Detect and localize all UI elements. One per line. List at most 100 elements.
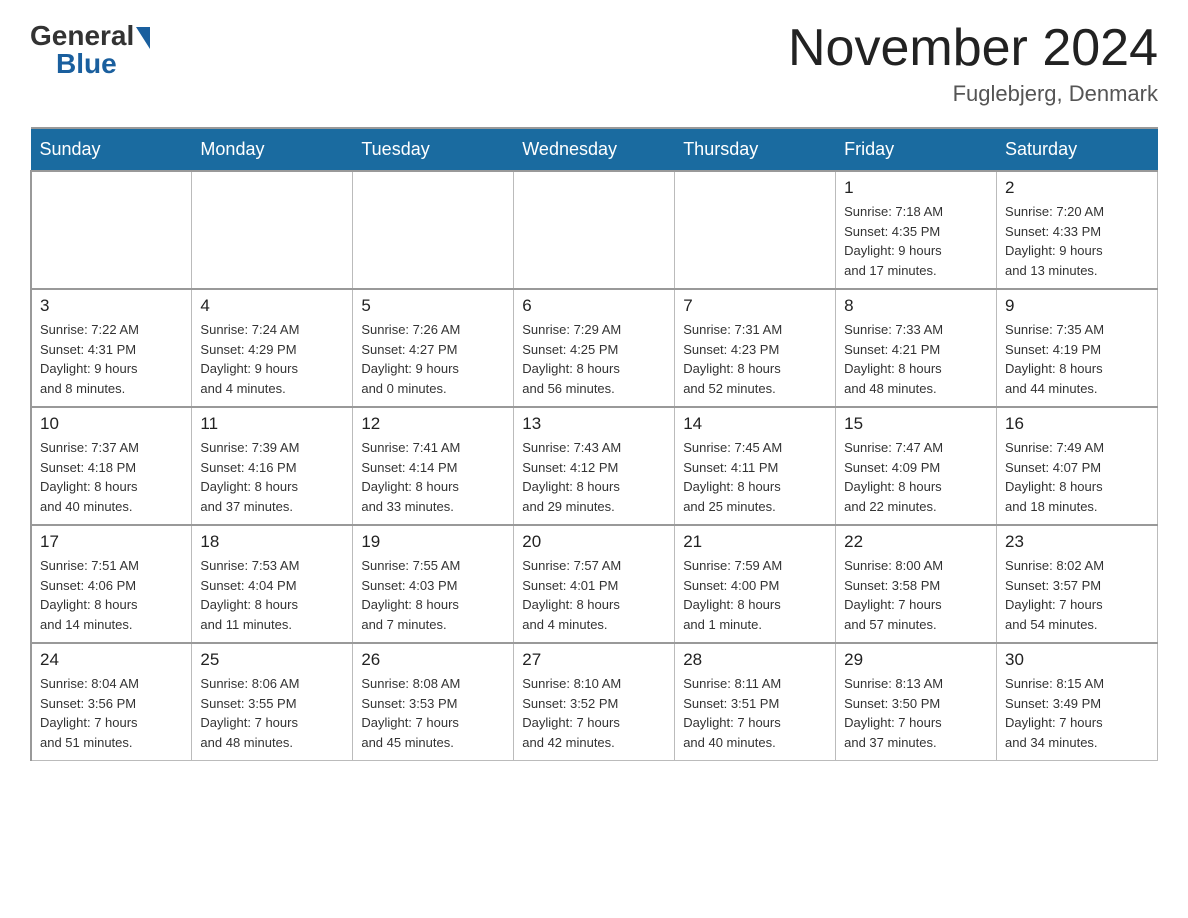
day-info: Sunrise: 7:57 AMSunset: 4:01 PMDaylight:… [522, 556, 666, 634]
table-row: 25 Sunrise: 8:06 AMSunset: 3:55 PMDayligh… [192, 643, 353, 761]
day-number: 26 [361, 650, 505, 670]
day-info: Sunrise: 7:47 AMSunset: 4:09 PMDaylight:… [844, 438, 988, 516]
day-info: Sunrise: 8:13 AMSunset: 3:50 PMDaylight:… [844, 674, 988, 752]
table-row: 29 Sunrise: 8:13 AMSunset: 3:50 PMDayligh… [836, 643, 997, 761]
day-number: 6 [522, 296, 666, 316]
day-info: Sunrise: 7:41 AMSunset: 4:14 PMDaylight:… [361, 438, 505, 516]
table-row: 3 Sunrise: 7:22 AMSunset: 4:31 PMDaylight… [31, 289, 192, 407]
table-row: 2 Sunrise: 7:20 AMSunset: 4:33 PMDaylight… [997, 171, 1158, 289]
day-info: Sunrise: 7:45 AMSunset: 4:11 PMDaylight:… [683, 438, 827, 516]
header-sunday: Sunday [31, 128, 192, 171]
table-row: 8 Sunrise: 7:33 AMSunset: 4:21 PMDaylight… [836, 289, 997, 407]
day-number: 16 [1005, 414, 1149, 434]
day-number: 4 [200, 296, 344, 316]
day-number: 1 [844, 178, 988, 198]
day-info: Sunrise: 7:37 AMSunset: 4:18 PMDaylight:… [40, 438, 183, 516]
day-number: 23 [1005, 532, 1149, 552]
day-info: Sunrise: 7:49 AMSunset: 4:07 PMDaylight:… [1005, 438, 1149, 516]
day-number: 18 [200, 532, 344, 552]
table-row: 9Sunrise: 7:35 AMSunset: 4:19 PMDaylight… [997, 289, 1158, 407]
table-row: 1 Sunrise: 7:18 AMSunset: 4:35 PMDaylight… [836, 171, 997, 289]
day-number: 8 [844, 296, 988, 316]
table-row: 24Sunrise: 8:04 AMSunset: 3:56 PMDayligh… [31, 643, 192, 761]
day-info: Sunrise: 8:11 AMSunset: 3:51 PMDaylight:… [683, 674, 827, 752]
table-row: 5Sunrise: 7:26 AMSunset: 4:27 PMDaylight… [353, 289, 514, 407]
calendar-week-row: 17 Sunrise: 7:51 AMSunset: 4:06 PMDayligh… [31, 525, 1158, 643]
table-row: 15 Sunrise: 7:47 AMSunset: 4:09 PMDayligh… [836, 407, 997, 525]
table-row [31, 171, 192, 289]
day-number: 24 [40, 650, 183, 670]
day-info: Sunrise: 7:29 AMSunset: 4:25 PMDaylight:… [522, 320, 666, 398]
table-row: 26Sunrise: 8:08 AMSunset: 3:53 PMDayligh… [353, 643, 514, 761]
table-row: 19Sunrise: 7:55 AMSunset: 4:03 PMDayligh… [353, 525, 514, 643]
header-monday: Monday [192, 128, 353, 171]
day-info: Sunrise: 8:00 AMSunset: 3:58 PMDaylight:… [844, 556, 988, 634]
day-number: 21 [683, 532, 827, 552]
day-number: 7 [683, 296, 827, 316]
day-info: Sunrise: 7:26 AMSunset: 4:27 PMDaylight:… [361, 320, 505, 398]
day-number: 12 [361, 414, 505, 434]
table-row: 28 Sunrise: 8:11 AMSunset: 3:51 PMDayligh… [675, 643, 836, 761]
calendar-week-row: 10Sunrise: 7:37 AMSunset: 4:18 PMDayligh… [31, 407, 1158, 525]
logo-blue-text: Blue [56, 48, 117, 80]
title-area: November 2024 Fuglebjerg, Denmark [788, 20, 1158, 107]
day-info: Sunrise: 8:10 AMSunset: 3:52 PMDaylight:… [522, 674, 666, 752]
logo: General Blue [30, 20, 150, 80]
header-thursday: Thursday [675, 128, 836, 171]
day-info: Sunrise: 7:24 AMSunset: 4:29 PMDaylight:… [200, 320, 344, 398]
day-info: Sunrise: 7:35 AMSunset: 4:19 PMDaylight:… [1005, 320, 1149, 398]
table-row: 14 Sunrise: 7:45 AMSunset: 4:11 PMDayligh… [675, 407, 836, 525]
header-friday: Friday [836, 128, 997, 171]
table-row: 13Sunrise: 7:43 AMSunset: 4:12 PMDayligh… [514, 407, 675, 525]
day-info: Sunrise: 7:18 AMSunset: 4:35 PMDaylight:… [844, 202, 988, 280]
calendar-week-row: 24Sunrise: 8:04 AMSunset: 3:56 PMDayligh… [31, 643, 1158, 761]
day-number: 14 [683, 414, 827, 434]
table-row: 4 Sunrise: 7:24 AMSunset: 4:29 PMDaylight… [192, 289, 353, 407]
day-info: Sunrise: 7:59 AMSunset: 4:00 PMDaylight:… [683, 556, 827, 634]
table-row: 16 Sunrise: 7:49 AMSunset: 4:07 PMDayligh… [997, 407, 1158, 525]
table-row: 20 Sunrise: 7:57 AMSunset: 4:01 PMDayligh… [514, 525, 675, 643]
day-number: 17 [40, 532, 183, 552]
day-number: 11 [200, 414, 344, 434]
page-header: General Blue November 2024 Fuglebjerg, D… [30, 20, 1158, 107]
table-row [514, 171, 675, 289]
table-row: 7 Sunrise: 7:31 AMSunset: 4:23 PMDaylight… [675, 289, 836, 407]
header-wednesday: Wednesday [514, 128, 675, 171]
day-number: 29 [844, 650, 988, 670]
table-row [675, 171, 836, 289]
day-info: Sunrise: 7:33 AMSunset: 4:21 PMDaylight:… [844, 320, 988, 398]
location: Fuglebjerg, Denmark [788, 81, 1158, 107]
table-row [353, 171, 514, 289]
calendar-table: Sunday Monday Tuesday Wednesday Thursday… [30, 127, 1158, 761]
day-info: Sunrise: 7:22 AMSunset: 4:31 PMDaylight:… [40, 320, 183, 398]
table-row: 10Sunrise: 7:37 AMSunset: 4:18 PMDayligh… [31, 407, 192, 525]
table-row: 6 Sunrise: 7:29 AMSunset: 4:25 PMDaylight… [514, 289, 675, 407]
day-number: 15 [844, 414, 988, 434]
calendar-week-row: 1 Sunrise: 7:18 AMSunset: 4:35 PMDaylight… [31, 171, 1158, 289]
day-info: Sunrise: 7:53 AMSunset: 4:04 PMDaylight:… [200, 556, 344, 634]
table-row: 12 Sunrise: 7:41 AMSunset: 4:14 PMDayligh… [353, 407, 514, 525]
day-number: 25 [200, 650, 344, 670]
day-number: 22 [844, 532, 988, 552]
day-info: Sunrise: 8:15 AMSunset: 3:49 PMDaylight:… [1005, 674, 1149, 752]
table-row [192, 171, 353, 289]
header-saturday: Saturday [997, 128, 1158, 171]
day-info: Sunrise: 7:39 AMSunset: 4:16 PMDaylight:… [200, 438, 344, 516]
day-number: 20 [522, 532, 666, 552]
day-number: 3 [40, 296, 183, 316]
table-row: 30Sunrise: 8:15 AMSunset: 3:49 PMDayligh… [997, 643, 1158, 761]
day-info: Sunrise: 7:31 AMSunset: 4:23 PMDaylight:… [683, 320, 827, 398]
day-number: 2 [1005, 178, 1149, 198]
day-info: Sunrise: 7:51 AMSunset: 4:06 PMDaylight:… [40, 556, 183, 634]
day-number: 13 [522, 414, 666, 434]
table-row: 17 Sunrise: 7:51 AMSunset: 4:06 PMDayligh… [31, 525, 192, 643]
day-info: Sunrise: 8:06 AMSunset: 3:55 PMDaylight:… [200, 674, 344, 752]
day-number: 27 [522, 650, 666, 670]
table-row: 18 Sunrise: 7:53 AMSunset: 4:04 PMDayligh… [192, 525, 353, 643]
table-row: 21 Sunrise: 7:59 AMSunset: 4:00 PMDayligh… [675, 525, 836, 643]
day-info: Sunrise: 8:02 AMSunset: 3:57 PMDaylight:… [1005, 556, 1149, 634]
day-info: Sunrise: 7:20 AMSunset: 4:33 PMDaylight:… [1005, 202, 1149, 280]
day-number: 19 [361, 532, 505, 552]
month-title: November 2024 [788, 20, 1158, 77]
day-number: 28 [683, 650, 827, 670]
